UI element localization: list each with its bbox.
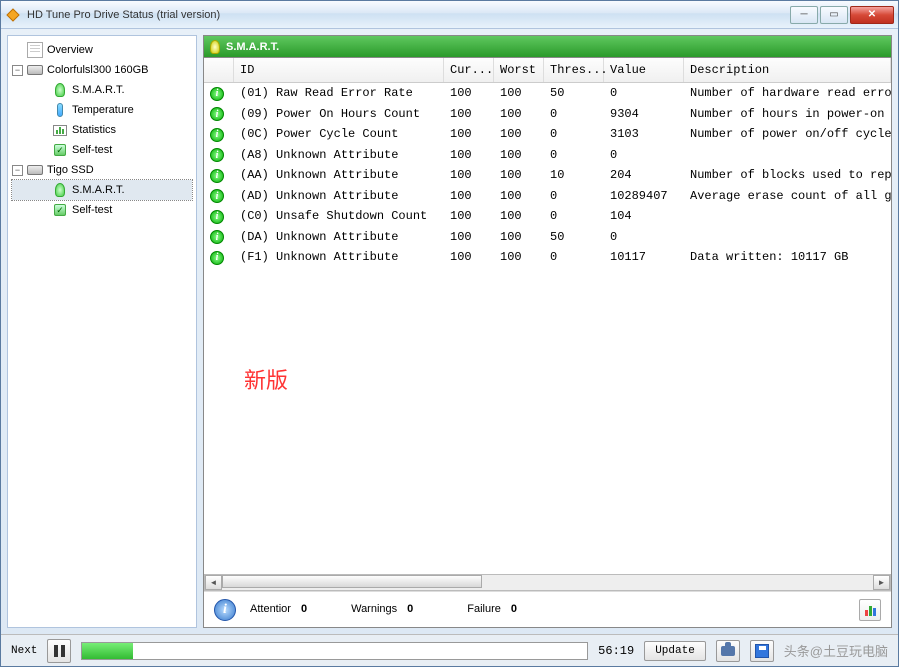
pause-button[interactable] (47, 639, 71, 663)
tree-drive-1[interactable]: −Colorfulsl300 160GB (12, 60, 192, 80)
elapsed-time: 56:19 (598, 644, 634, 658)
chart-icon (52, 122, 68, 138)
status-ok-icon: i (210, 251, 224, 265)
app-window: HD Tune Pro Drive Status (trial version)… (0, 0, 899, 667)
col-id[interactable]: ID (234, 58, 444, 82)
status-ok-icon: i (210, 148, 224, 162)
thermometer-icon (52, 102, 68, 118)
floppy-icon (755, 644, 769, 658)
content-area: Overview −Colorfulsl300 160GB S.M.A.R.T.… (1, 29, 898, 634)
check-icon (52, 142, 68, 158)
col-value[interactable]: Value (604, 58, 684, 82)
tree-d1-stats[interactable]: Statistics (12, 120, 192, 140)
minimize-button[interactable]: ─ (790, 6, 818, 24)
col-thres[interactable]: Thres... (544, 58, 604, 82)
chart-button[interactable] (859, 599, 881, 621)
update-button[interactable]: Update (644, 641, 706, 661)
title-bar[interactable]: HD Tune Pro Drive Status (trial version)… (1, 1, 898, 29)
close-button[interactable]: ✕ (850, 6, 894, 24)
status-ok-icon: i (210, 87, 224, 101)
drive-icon (27, 62, 43, 78)
collapse-icon[interactable]: − (12, 165, 23, 176)
tree-d2-smart[interactable]: S.M.A.R.T. (12, 180, 192, 200)
maximize-button[interactable]: ▭ (820, 6, 848, 24)
drive-icon (27, 162, 43, 178)
table-row[interactable]: i(DA) Unknown Attribute100100500 (204, 227, 891, 248)
status-ok-icon: i (210, 107, 224, 121)
status-ok-icon: i (210, 230, 224, 244)
table-row[interactable]: i(C0) Unsafe Shutdown Count1001000104 (204, 206, 891, 227)
table-row[interactable]: i(0C) Power Cycle Count10010003103Number… (204, 124, 891, 145)
main-panel: S.M.A.R.T. ID Cur... Worst Thres... Valu… (203, 35, 892, 628)
table-row[interactable]: i(AD) Unknown Attribute100100010289407Av… (204, 186, 891, 207)
scroll-track[interactable] (222, 575, 873, 590)
document-icon (27, 42, 43, 58)
table-body[interactable]: 新版 i(01) Raw Read Error Rate100100500Num… (204, 83, 891, 574)
tree-d1-smart[interactable]: S.M.A.R.T. (12, 80, 192, 100)
save-button[interactable] (750, 640, 774, 662)
bulb-icon (52, 182, 68, 198)
status-bar: Next 56:19 Update 头条@土豆玩电脑 (1, 634, 898, 666)
summary-bar: i Attentior0 Warnings0 Failure0 (204, 591, 891, 627)
info-icon: i (214, 599, 236, 621)
table-row[interactable]: i(09) Power On Hours Count10010009304Num… (204, 104, 891, 125)
status-ok-icon: i (210, 128, 224, 142)
scroll-right-button[interactable]: ► (873, 575, 890, 590)
bulb-icon (52, 82, 68, 98)
col-worst[interactable]: Worst (494, 58, 544, 82)
table-row[interactable]: i(A8) Unknown Attribute10010000 (204, 145, 891, 166)
table-row[interactable]: i(AA) Unknown Attribute10010010204Number… (204, 165, 891, 186)
tree-d1-selftest[interactable]: Self-test (12, 140, 192, 160)
scroll-left-button[interactable]: ◄ (205, 575, 222, 590)
status-ok-icon: i (210, 189, 224, 203)
sidebar-tree[interactable]: Overview −Colorfulsl300 160GB S.M.A.R.T.… (7, 35, 197, 628)
table-header: ID Cur... Worst Thres... Value Descripti… (204, 58, 891, 83)
table-row[interactable]: i(F1) Unknown Attribute100100010117Data … (204, 247, 891, 268)
check-icon (52, 202, 68, 218)
col-desc[interactable]: Description (684, 58, 891, 82)
window-title: HD Tune Pro Drive Status (trial version) (27, 9, 790, 21)
table-row[interactable]: i(01) Raw Read Error Rate100100500Number… (204, 83, 891, 104)
screenshot-button[interactable] (716, 640, 740, 662)
next-label: Next (11, 642, 37, 660)
status-ok-icon: i (210, 210, 224, 224)
panel-header: S.M.A.R.T. (203, 35, 892, 57)
tree-d1-temp[interactable]: Temperature (12, 100, 192, 120)
watermark: 新版 (244, 363, 288, 395)
credit-text: 头条@土豆玩电脑 (784, 641, 888, 660)
tree-overview[interactable]: Overview (12, 40, 192, 60)
collapse-icon[interactable]: − (12, 65, 23, 76)
status-ok-icon: i (210, 169, 224, 183)
progress-bar[interactable] (81, 642, 588, 660)
tree-drive-2[interactable]: −Tigo SSD (12, 160, 192, 180)
scroll-thumb[interactable] (222, 575, 482, 588)
camera-icon (721, 646, 735, 656)
progress-fill (82, 643, 132, 659)
app-icon (5, 7, 21, 23)
tree-d2-selftest[interactable]: Self-test (12, 200, 192, 220)
bulb-icon (210, 40, 220, 54)
h-scrollbar[interactable]: ◄ ► (204, 574, 891, 591)
col-cur[interactable]: Cur... (444, 58, 494, 82)
